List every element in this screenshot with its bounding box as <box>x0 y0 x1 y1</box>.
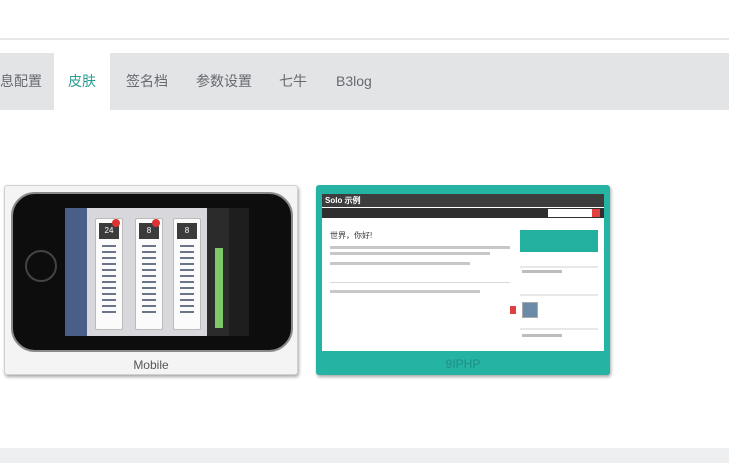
notification-badge-icon <box>112 219 120 227</box>
tab-signature[interactable]: 签名档 <box>126 53 168 110</box>
skin-preview-image: Solo 示例 世界，你好! <box>322 194 604 351</box>
phone-status-bar <box>229 208 249 336</box>
post-text <box>330 252 490 255</box>
site-search-input <box>548 209 592 217</box>
skin-name: 9IPHP <box>445 357 481 371</box>
footer-bar <box>0 448 729 463</box>
sidebar-divider <box>520 266 598 268</box>
search-icon <box>592 209 600 217</box>
tab-qiniu[interactable]: 七牛 <box>279 53 307 110</box>
skin-preview-image: 24 8 8 <box>11 192 293 352</box>
settings-tab-bar: 息配置 皮肤 签名档 参数设置 七牛 B3log <box>0 53 729 110</box>
tab-parameters[interactable]: 参数设置 <box>196 53 252 110</box>
post-text <box>330 290 480 293</box>
skin-name: Mobile <box>133 358 169 372</box>
skin-option-9iphp[interactable]: Solo 示例 世界，你好! 9IPHP <box>316 185 610 375</box>
site-header: Solo 示例 <box>322 194 604 207</box>
card-text <box>102 245 116 315</box>
phone-screen: 24 8 8 <box>65 208 249 336</box>
tab-skin[interactable]: 皮肤 <box>54 53 110 110</box>
phone-sidebar <box>65 208 87 336</box>
post-title: 世界，你好! <box>330 231 373 240</box>
post-divider <box>330 282 510 283</box>
card-text <box>142 245 156 315</box>
post-text <box>330 262 470 265</box>
header-divider <box>0 38 729 40</box>
home-button-icon <box>25 250 57 282</box>
sidebar-divider <box>520 328 598 330</box>
skin-option-mobile[interactable]: 24 8 8 Mobile <box>4 185 298 375</box>
phone-accent-bar <box>215 248 223 328</box>
avatar <box>522 302 538 318</box>
post-text <box>330 246 510 249</box>
pagination-marker <box>510 306 516 314</box>
phone-card: 8 <box>173 218 201 330</box>
sidebar-promo <box>520 230 598 252</box>
site-title: Solo 示例 <box>325 196 361 205</box>
tab-info-config[interactable]: 息配置 <box>0 53 54 110</box>
card-text <box>180 245 194 315</box>
tab-b3log[interactable]: B3log <box>336 53 372 110</box>
phone-card: 24 <box>95 218 123 330</box>
card-number: 8 <box>177 223 197 239</box>
notification-badge-icon <box>152 219 160 227</box>
phone-card: 8 <box>135 218 163 330</box>
sidebar-divider <box>520 294 598 296</box>
sidebar-text <box>522 270 562 273</box>
sidebar-text <box>522 334 562 337</box>
